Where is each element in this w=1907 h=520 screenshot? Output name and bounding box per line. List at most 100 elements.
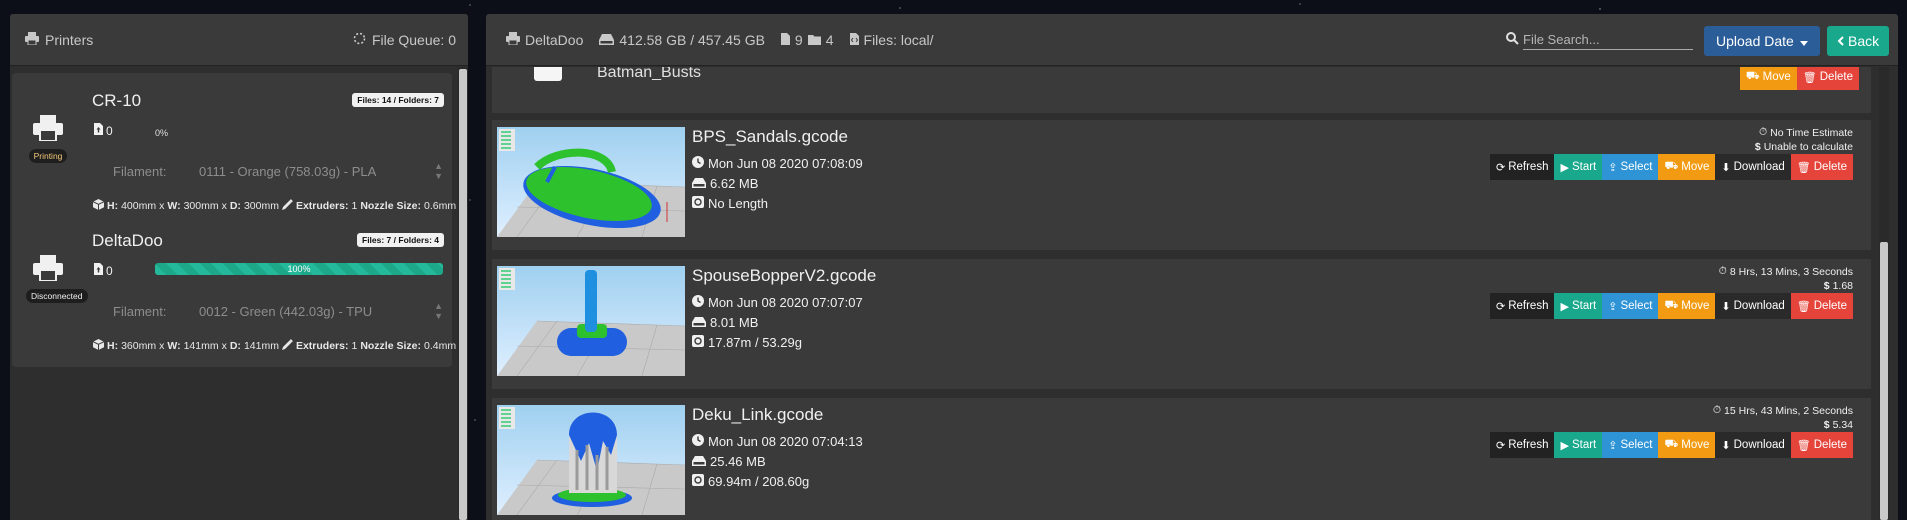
printer-name: DeltaDoo (92, 231, 163, 250)
refresh-icon: ⟳ (1495, 300, 1506, 313)
print-cost: $ 5.34 (1823, 419, 1853, 431)
file-manager-header: DeltaDoo 412.58 GB / 457.45 GB 9 4 Files… (486, 14, 1898, 66)
truck-icon: ⛟ (1745, 70, 1760, 82)
file-row[interactable]: SpouseBopperV2.gcode Mon Jun 08 2020 07:… (492, 259, 1871, 389)
delete-button[interactable]: 🗑 Delete (1790, 432, 1853, 458)
download-icon: ⬇ (1721, 300, 1731, 313)
printer-card-cr10[interactable]: Printing CR-10 Files: 14 / Folders: 7 0 … (12, 79, 456, 219)
folder-actions: ⛟ Move 🗑 Delete (1739, 67, 1859, 90)
truck-icon: ⛟ (1664, 299, 1679, 311)
status-badge: Disconnected (26, 289, 88, 303)
current-printer: DeltaDoo (506, 31, 583, 48)
file-upload-icon (94, 263, 103, 278)
current-path[interactable]: Files: local/ (849, 32, 934, 48)
file-row[interactable]: BPS_Sandals.gcode Mon Jun 08 2020 07:08:… (492, 120, 1871, 250)
scrollbar-thumb[interactable] (1880, 242, 1888, 520)
file-list: Batman_Busts ⛟ Move 🗑 Delete BPS_Sandals… (492, 67, 1871, 520)
files-folders-badge: Files: 7 / Folders: 4 (357, 233, 444, 247)
weight-icon (692, 335, 704, 350)
trash-icon: 🗑 (1796, 439, 1811, 452)
move-button[interactable]: ⛟ Move (1658, 154, 1716, 180)
file-icon (780, 32, 790, 48)
select-button[interactable]: ⇪ Select (1602, 293, 1659, 319)
printer-specs: H: 360mm x W: 141mm x D: 141mm Extruders: 1 No… (92, 339, 456, 353)
start-button[interactable]: ▶ Start (1554, 293, 1603, 319)
select-button[interactable]: ⇪ Select (1602, 154, 1659, 180)
back-button[interactable]: Back (1827, 26, 1890, 56)
refresh-button[interactable]: ⟳ Refresh (1489, 432, 1555, 458)
printer-icon (506, 31, 520, 48)
delete-button[interactable]: 🗑 Delete (1790, 154, 1853, 180)
select-caret-icon: ▲ ▼ (434, 301, 443, 321)
file-name: Deku_Link.gcode (692, 405, 824, 424)
pencil-icon (281, 199, 293, 213)
status-badge: Printing (28, 149, 68, 163)
printer-queue: 0 (94, 263, 113, 278)
file-queue[interactable]: File Queue: 0 (353, 32, 456, 48)
refresh-button[interactable]: ⟳ Refresh (1489, 293, 1555, 319)
printer-card-deltadoo[interactable]: Disconnected DeltaDoo Files: 7 / Folders… (12, 219, 456, 359)
gcode-thumbnail (497, 266, 685, 376)
hdd-icon (599, 32, 615, 48)
weight-icon (692, 196, 704, 211)
printer-name: CR-10 (92, 91, 142, 110)
download-button[interactable]: ⬇ Download (1715, 293, 1791, 319)
trash-icon: 🗑 (1802, 71, 1817, 84)
print-progress: 100% (155, 263, 455, 275)
file-upload-icon: ⇪ (1608, 439, 1618, 452)
printer-icon (33, 115, 63, 145)
refresh-button[interactable]: ⟳ Refresh (1489, 154, 1555, 180)
printers-scrollbar[interactable] (458, 67, 468, 520)
move-button[interactable]: ⛟ Move (1658, 432, 1716, 458)
select-button[interactable]: ⇪ Select (1602, 432, 1659, 458)
folder-icon (807, 32, 821, 48)
print-time-estimate: ⏱ No Time Estimate (1758, 126, 1853, 139)
clock-icon (692, 156, 704, 171)
start-button[interactable]: ▶ Start (1554, 154, 1603, 180)
delete-button[interactable]: 🗑 Delete (1790, 293, 1853, 319)
file-row[interactable]: Deku_Link.gcode Mon Jun 08 2020 07:04:13… (492, 398, 1871, 520)
printers-title: Printers (25, 31, 93, 48)
truck-icon: ⛟ (1664, 438, 1679, 450)
printer-status-block: Disconnected (26, 255, 88, 304)
truck-icon: ⛟ (1664, 160, 1679, 172)
scrollbar-thumb[interactable] (459, 69, 467, 520)
delete-button[interactable]: 🗑 Delete (1796, 67, 1859, 90)
file-size: 8.01 MB (692, 315, 758, 330)
start-button[interactable]: ▶ Start (1554, 432, 1603, 458)
sort-dropdown-button[interactable]: Upload Date (1704, 26, 1820, 56)
select-caret-icon: ▲ ▼ (434, 161, 443, 181)
move-button[interactable]: ⛟ Move (1739, 67, 1797, 90)
filament-usage: 69.94m / 208.60g (692, 474, 809, 489)
file-manager-panel: DeltaDoo 412.58 GB / 457.45 GB 9 4 Files… (486, 14, 1898, 520)
file-actions: ⟳ Refresh ▶ Start ⇪ Select ⛟ Move ⬇ Download … (1489, 432, 1853, 458)
file-name: BPS_Sandals.gcode (692, 127, 848, 146)
file-date: Mon Jun 08 2020 07:07:07 (692, 295, 863, 310)
hdd-icon (692, 315, 706, 330)
filament-select[interactable]: Filament: 0012 - Green (442.03g) - TPU ▲… (113, 301, 453, 321)
folder-row[interactable]: Batman_Busts ⛟ Move 🗑 Delete (492, 67, 1871, 113)
caret-down-icon (1799, 33, 1808, 49)
dollar-icon: $ (1823, 419, 1830, 431)
play-icon: ▶ (1560, 439, 1569, 452)
file-search-input[interactable] (1523, 30, 1693, 50)
print-cost: $ 1.68 (1823, 280, 1853, 292)
filament-usage: No Length (692, 196, 768, 211)
printer-list: Printing CR-10 Files: 14 / Folders: 7 0 … (12, 73, 456, 367)
printers-panel: Printers File Queue: 0 Printing CR-10 Fi… (10, 14, 468, 520)
download-button[interactable]: ⬇ Download (1715, 432, 1791, 458)
play-icon: ▶ (1560, 300, 1569, 313)
print-cost: $ Unable to calculate (1754, 141, 1853, 153)
pencil-icon (281, 339, 293, 353)
printers-header: Printers File Queue: 0 (10, 14, 468, 66)
file-actions: ⟳ Refresh ▶ Start ⇪ Select ⛟ Move ⬇ Download … (1489, 293, 1853, 319)
move-button[interactable]: ⛟ Move (1658, 293, 1716, 319)
file-upload-icon: ⇪ (1608, 161, 1618, 174)
play-icon: ▶ (1560, 161, 1569, 174)
file-upload-icon: ⇪ (1608, 300, 1618, 313)
download-button[interactable]: ⬇ Download (1715, 154, 1791, 180)
file-list-scrollbar[interactable] (1879, 67, 1889, 520)
file-upload-icon (94, 123, 103, 138)
print-time-estimate: ⏱ 15 Hrs, 43 Mins, 2 Seconds (1712, 404, 1853, 417)
filament-select[interactable]: Filament: 0111 - Orange (758.03g) - PLA … (113, 161, 453, 181)
